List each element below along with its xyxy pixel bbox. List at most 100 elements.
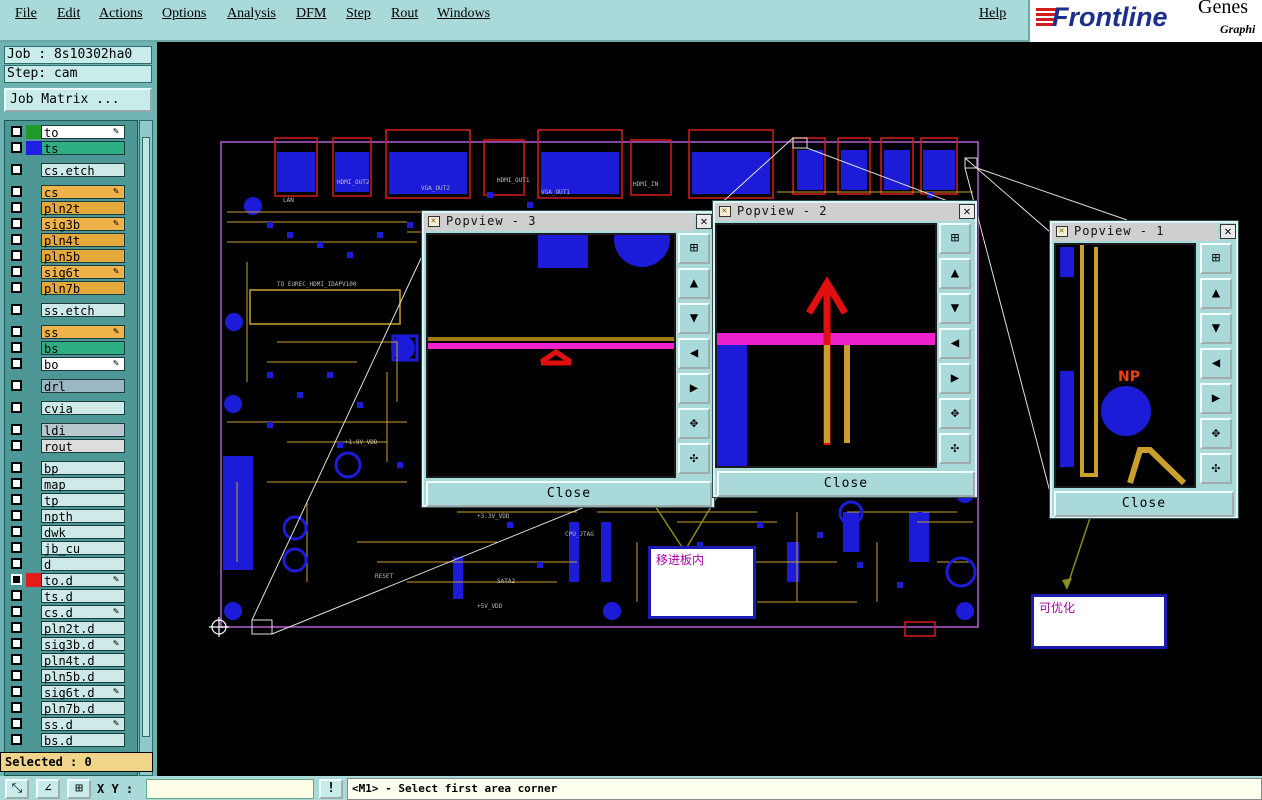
layer-checkbox[interactable] (11, 142, 22, 153)
popview-1-close-button[interactable]: Close (1054, 491, 1234, 517)
layer-checkbox[interactable] (11, 526, 22, 537)
menu-help[interactable]: Help (979, 6, 1006, 22)
popview-2-canvas[interactable] (715, 223, 937, 468)
layer-color-swatch[interactable] (26, 125, 41, 139)
zoom-fit-icon[interactable]: ⊞ (678, 233, 710, 264)
pan-up-icon[interactable]: ▲ (939, 258, 971, 289)
layer-color-swatch[interactable] (26, 573, 41, 587)
popview-1-close-icon[interactable]: ✕ (1220, 224, 1236, 239)
popview-2-close-icon[interactable]: ✕ (959, 204, 975, 219)
layer-name[interactable]: jb_cu (41, 541, 125, 556)
layer-checkbox[interactable] (11, 164, 22, 175)
layer-row[interactable]: pln4t.d (5, 653, 137, 668)
layer-checkbox[interactable] (11, 326, 22, 337)
layer-row[interactable]: ldi (5, 423, 137, 438)
layer-checkbox[interactable] (11, 478, 22, 489)
layer-row[interactable]: pln4t (5, 233, 137, 248)
measure-icon[interactable]: ∠ (36, 779, 60, 799)
zoom-in-icon[interactable]: ✥ (678, 408, 710, 439)
zoom-in-icon[interactable]: ✥ (939, 398, 971, 429)
layer-checkbox[interactable] (11, 358, 22, 369)
layer-name[interactable]: ts.d (41, 589, 125, 604)
pan-down-icon[interactable]: ▼ (678, 303, 710, 334)
layer-row[interactable]: to.d ✎ (5, 573, 137, 588)
menu-dfm[interactable]: DFM (296, 6, 326, 22)
zoom-out-icon[interactable]: ✣ (939, 433, 971, 464)
layer-checkbox[interactable] (11, 574, 22, 585)
layer-name[interactable]: pln5b.d (41, 669, 125, 684)
layer-name[interactable]: ss.etch (41, 303, 125, 318)
popview-3-canvas[interactable] (426, 233, 676, 478)
layer-checkbox[interactable] (11, 186, 22, 197)
scrollbar-thumb[interactable] (142, 137, 150, 737)
layer-checkbox[interactable] (11, 670, 22, 681)
menu-options[interactable]: Options (162, 6, 206, 22)
layer-checkbox[interactable] (11, 234, 22, 245)
layer-row[interactable]: cs.etch (5, 163, 137, 178)
layer-checkbox[interactable] (11, 686, 22, 697)
layer-row[interactable]: sig3b ✎ (5, 217, 137, 232)
layer-checkbox[interactable] (11, 734, 22, 745)
layer-name[interactable]: pln4t.d (41, 653, 125, 668)
layer-checkbox[interactable] (11, 126, 22, 137)
layer-name[interactable]: cvia (41, 401, 125, 416)
layer-checkbox[interactable] (11, 218, 22, 229)
layer-name[interactable]: bp (41, 461, 125, 476)
pan-down-icon[interactable]: ▼ (939, 293, 971, 324)
pan-right-icon[interactable]: ▶ (939, 363, 971, 394)
popview-3-window[interactable]: ✕ Popview - 3 ✕ ⊞ ▲ ▼ ◀ ▶ ✥ ✣ Close (422, 211, 714, 507)
menu-file[interactable]: File (15, 6, 37, 22)
layer-checkbox[interactable] (11, 494, 22, 505)
layer-row[interactable]: sig6t ✎ (5, 265, 137, 280)
zoom-fit-icon[interactable]: ⊞ (1200, 243, 1232, 274)
zoom-out-icon[interactable]: ✣ (1200, 453, 1232, 484)
layer-checkbox[interactable] (11, 590, 22, 601)
layer-row[interactable]: map (5, 477, 137, 492)
menu-rout[interactable]: Rout (391, 6, 418, 22)
layer-checkbox[interactable] (11, 542, 22, 553)
layer-row[interactable]: pln7b (5, 281, 137, 296)
xy-coordinate-field[interactable] (146, 779, 314, 799)
pan-left-icon[interactable]: ◀ (939, 328, 971, 359)
popview-2-close-button[interactable]: Close (717, 471, 975, 497)
layer-row[interactable]: cvia (5, 401, 137, 416)
layer-row[interactable]: bp (5, 461, 137, 476)
layer-color-swatch[interactable] (26, 141, 41, 155)
popview-3-close-icon[interactable]: ✕ (696, 214, 712, 229)
pan-left-icon[interactable]: ◀ (1200, 348, 1232, 379)
popview-2-window[interactable]: ✕ Popview - 2 ✕ ⊞ ▲ ▼ ◀ ▶ ✥ ✣ Close (713, 201, 977, 497)
layer-checkbox[interactable] (11, 424, 22, 435)
snap-grid-icon[interactable]: ⊞ (67, 779, 91, 799)
menu-windows[interactable]: Windows (437, 6, 490, 22)
layer-row[interactable]: dwk (5, 525, 137, 540)
layer-row[interactable]: cs.d ✎ (5, 605, 137, 620)
menu-step[interactable]: Step (346, 6, 371, 22)
layer-checkbox[interactable] (11, 510, 22, 521)
layer-row[interactable]: cs ✎ (5, 185, 137, 200)
layer-name[interactable]: tp (41, 493, 125, 508)
layer-checkbox[interactable] (11, 622, 22, 633)
menu-analysis[interactable]: Analysis (227, 6, 276, 22)
layer-row[interactable]: bs (5, 341, 137, 356)
layer-name[interactable]: bs.d (41, 733, 125, 748)
layer-checkbox[interactable] (11, 304, 22, 315)
layer-row[interactable]: pln2t (5, 201, 137, 216)
menu-actions[interactable]: Actions (99, 6, 143, 22)
pan-down-icon[interactable]: ▼ (1200, 313, 1232, 344)
zoom-area-icon[interactable]: ⤡ (5, 779, 29, 799)
popview-1-window[interactable]: ✕ Popview - 1 ✕ NP ⊞ ▲ ▼ ◀ ▶ ✥ ✣ Close (1050, 221, 1238, 518)
zoom-in-icon[interactable]: ✥ (1200, 418, 1232, 449)
layer-list-scrollbar[interactable] (139, 120, 153, 776)
layer-checkbox[interactable] (11, 266, 22, 277)
layer-checkbox[interactable] (11, 402, 22, 413)
layer-name[interactable]: ldi (41, 423, 125, 438)
pan-up-icon[interactable]: ▲ (678, 268, 710, 299)
layer-row[interactable]: pln2t.d (5, 621, 137, 636)
layer-row[interactable]: ss ✎ (5, 325, 137, 340)
layer-name[interactable]: ts (41, 141, 125, 156)
layer-row[interactable]: npth (5, 509, 137, 524)
layer-row[interactable]: rout (5, 439, 137, 454)
layer-row[interactable]: drl (5, 379, 137, 394)
layer-name[interactable]: rout (41, 439, 125, 454)
layer-name[interactable]: d (41, 557, 125, 572)
